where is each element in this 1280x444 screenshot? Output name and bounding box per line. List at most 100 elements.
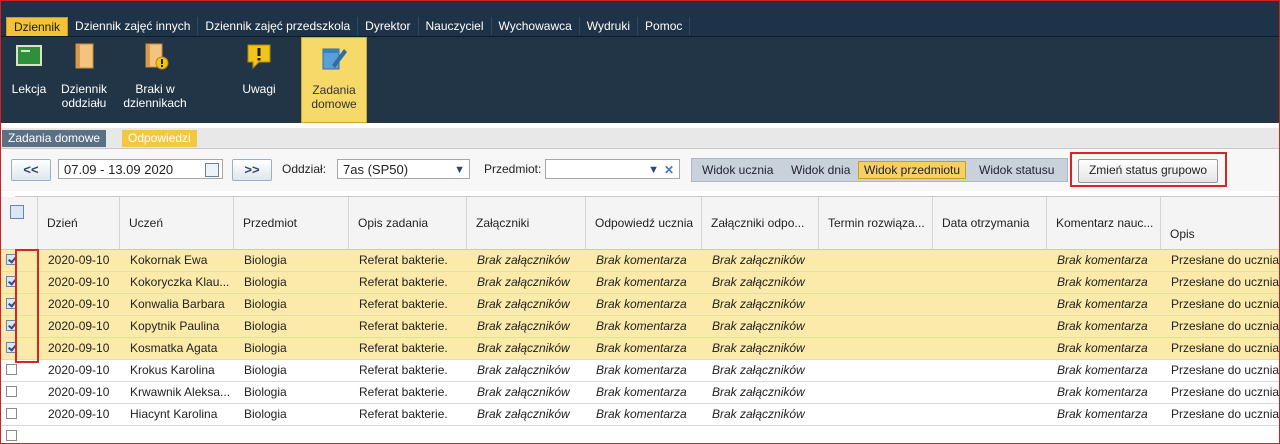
cell-status: Przesłane do ucznia [1171,297,1279,311]
chevron-down-icon[interactable]: ▼ [648,160,659,180]
column-header-answer-attachments[interactable]: Załączniki odpo... [702,197,819,250]
cell-subject: Biologia [244,363,287,377]
ribbon-button-zadania-domowe[interactable]: Zadania domowe [301,37,367,123]
menu-tab-wydruki[interactable]: Wydruki [579,17,639,35]
warning-journal-icon [145,43,169,70]
table-row[interactable]: 2020-09-10 Hiacynt Karolina Biologia Refera… [1,404,1279,426]
previous-week-button[interactable]: << [11,159,51,181]
oddzial-select[interactable]: 7as (SP50) ▼ [337,159,470,179]
cell-student: Hiacynt Karolina [130,407,218,421]
tab-odpowiedzi[interactable]: Odpowiedzi [122,130,197,147]
cell-answer: Brak komentarza [596,407,687,421]
cell-attachments: Brak załączników [477,275,570,289]
row-checkbox[interactable] [6,430,17,441]
ribbon-button-lekcja[interactable]: Lekcja [7,37,51,121]
cell-answer-attachments: Brak załączników [712,341,805,355]
cell-description: Referat bakterie. [359,297,448,311]
tab-zadania-domowe[interactable]: Zadania domowe [2,130,107,147]
cell-answer: Brak komentarza [596,253,687,267]
cell-status: Przesłane do ucznia [1171,319,1279,333]
cell-comment: Brak komentarza [1057,319,1148,333]
ribbon-label-zadania-domowe: Zadania domowe [302,83,366,111]
view-ucznia-button[interactable]: Widok ucznia [702,162,773,178]
ribbon-button-uwagi[interactable]: Uwagi [239,37,279,121]
table-row[interactable]: 2020-09-10 Kopytnik Paulina Biologia Refera… [1,316,1279,338]
cell-due-date [819,360,933,381]
menu-tabs: Dziennik Dziennik zajęć innych Dziennik … [1,17,691,36]
table-row[interactable]: 2020-09-10 Krwawnik Aleksa... Biologia Refe… [1,382,1279,404]
menu-tab-dziennik-zajec-przedszkola[interactable]: Dziennik zajęć przedszkola [198,17,359,35]
cell-due-date [819,316,933,337]
row-checkbox[interactable] [6,364,17,375]
column-header-subject[interactable]: Przedmiot [234,197,349,250]
select-all-icon[interactable] [10,205,24,219]
cell-description: Referat bakterie. [359,275,448,289]
cell-answer: Brak komentarza [596,297,687,311]
menu-tab-nauczyciel[interactable]: Nauczyciel [418,17,492,35]
cell-status: Przesłane do ucznia [1171,341,1279,355]
column-header-attachments[interactable]: Załączniki [467,197,586,250]
table-row[interactable]: 2020-09-10 Kosmatka Agata Biologia Referat … [1,338,1279,360]
ribbon-button-dziennik-oddzialu[interactable]: Dziennik oddziału [57,37,111,121]
filter-toolbar: << 07.09 - 13.09 2020 >> Oddział: 7as (S… [1,149,1279,191]
menu-tab-pomoc[interactable]: Pomoc [638,17,691,35]
ribbon-button-braki[interactable]: Braki w dziennikach [117,37,193,121]
row-checkbox[interactable] [6,386,17,397]
cell-comment: Brak komentarza [1057,363,1148,377]
clear-icon[interactable]: ✕ [664,160,674,180]
cell-comment: Brak komentarza [1057,275,1148,289]
menu-tab-wychowawca[interactable]: Wychowawca [491,17,580,35]
cell-received-date [933,360,1047,381]
cell-day: 2020-09-10 [48,319,110,333]
top-menu-bar: Dziennik Dziennik zajęć innych Dziennik … [1,1,1279,36]
menu-tab-dziennik[interactable]: Dziennik [6,17,69,36]
cell-answer-attachments: Brak załączników [712,363,805,377]
row-checkbox[interactable] [6,408,17,419]
menu-tab-dziennik-zajec-innych[interactable]: Dziennik zajęć innych [68,17,199,35]
calendar-icon[interactable] [205,163,219,177]
exclamation-icon [247,44,271,70]
column-header-due-date[interactable]: Termin rozwiąza... [819,197,933,250]
cell-attachments: Brak załączników [477,385,570,399]
column-header-day[interactable]: Dzień [38,197,120,250]
table-row[interactable]: 2020-09-10 Kokoryczka Klau... Biologia Refe… [1,272,1279,294]
column-header-status[interactable]: Opis [1161,197,1279,250]
view-statusu-button[interactable]: Widok statusu [979,162,1054,178]
select-all-header[interactable] [1,197,38,250]
chevron-down-icon[interactable]: ▼ [454,160,465,180]
date-range-field[interactable]: 07.09 - 13.09 2020 [58,159,223,179]
cell-subject: Biologia [244,297,287,311]
table-row[interactable]: 2020-09-10 Krokus Karolina Biologia Referat… [1,360,1279,382]
table-row[interactable]: 2020-09-10 Kokornak Ewa Biologia Referat ba… [1,250,1279,272]
column-header-student[interactable]: Uczeń [120,197,234,250]
sub-tabs: Zadania domowe Odpowiedzi [1,128,1279,149]
cell-student: Kosmatka Agata [130,341,218,355]
cell-subject: Biologia [244,253,287,267]
cell-answer-attachments: Brak załączników [712,275,805,289]
cell-answer-attachments: Brak załączników [712,319,805,333]
menu-tab-dyrektor[interactable]: Dyrektor [358,17,419,35]
cell-student: Kopytnik Paulina [130,319,220,333]
table-row[interactable]: 2020-09-10 Konwalia Barbara Biologia Refera… [1,294,1279,316]
table-row-partial[interactable] [6,426,1279,443]
cell-status: Przesłane do ucznia [1171,363,1279,377]
cell-attachments: Brak załączników [477,363,570,377]
column-header-comment[interactable]: Komentarz nauc... [1047,197,1161,250]
view-przedmiotu-button[interactable]: Widok przedmiotu [858,161,967,179]
view-dnia-button[interactable]: Widok dnia [791,162,850,178]
column-header-received-date[interactable]: Data otrzymania [933,197,1047,250]
przedmiot-select[interactable]: ▼ ✕ [545,159,680,179]
cell-attachments: Brak załączników [477,407,570,421]
cell-student: Krwawnik Aleksa... [130,385,231,399]
next-week-button[interactable]: >> [232,159,272,181]
cell-due-date [819,338,933,359]
cell-received-date [933,250,1047,271]
column-header-description[interactable]: Opis zadania [349,197,467,250]
cell-comment: Brak komentarza [1057,385,1148,399]
ribbon-label-uwagi: Uwagi [242,82,276,96]
cell-comment: Brak komentarza [1057,341,1148,355]
view-switcher: Widok ucznia Widok dnia Widok przedmiotu… [691,158,1068,182]
column-header-answer[interactable]: Odpowiedź ucznia [586,197,702,250]
cell-student: Konwalia Barbara [130,297,225,311]
cell-description: Referat bakterie. [359,253,448,267]
